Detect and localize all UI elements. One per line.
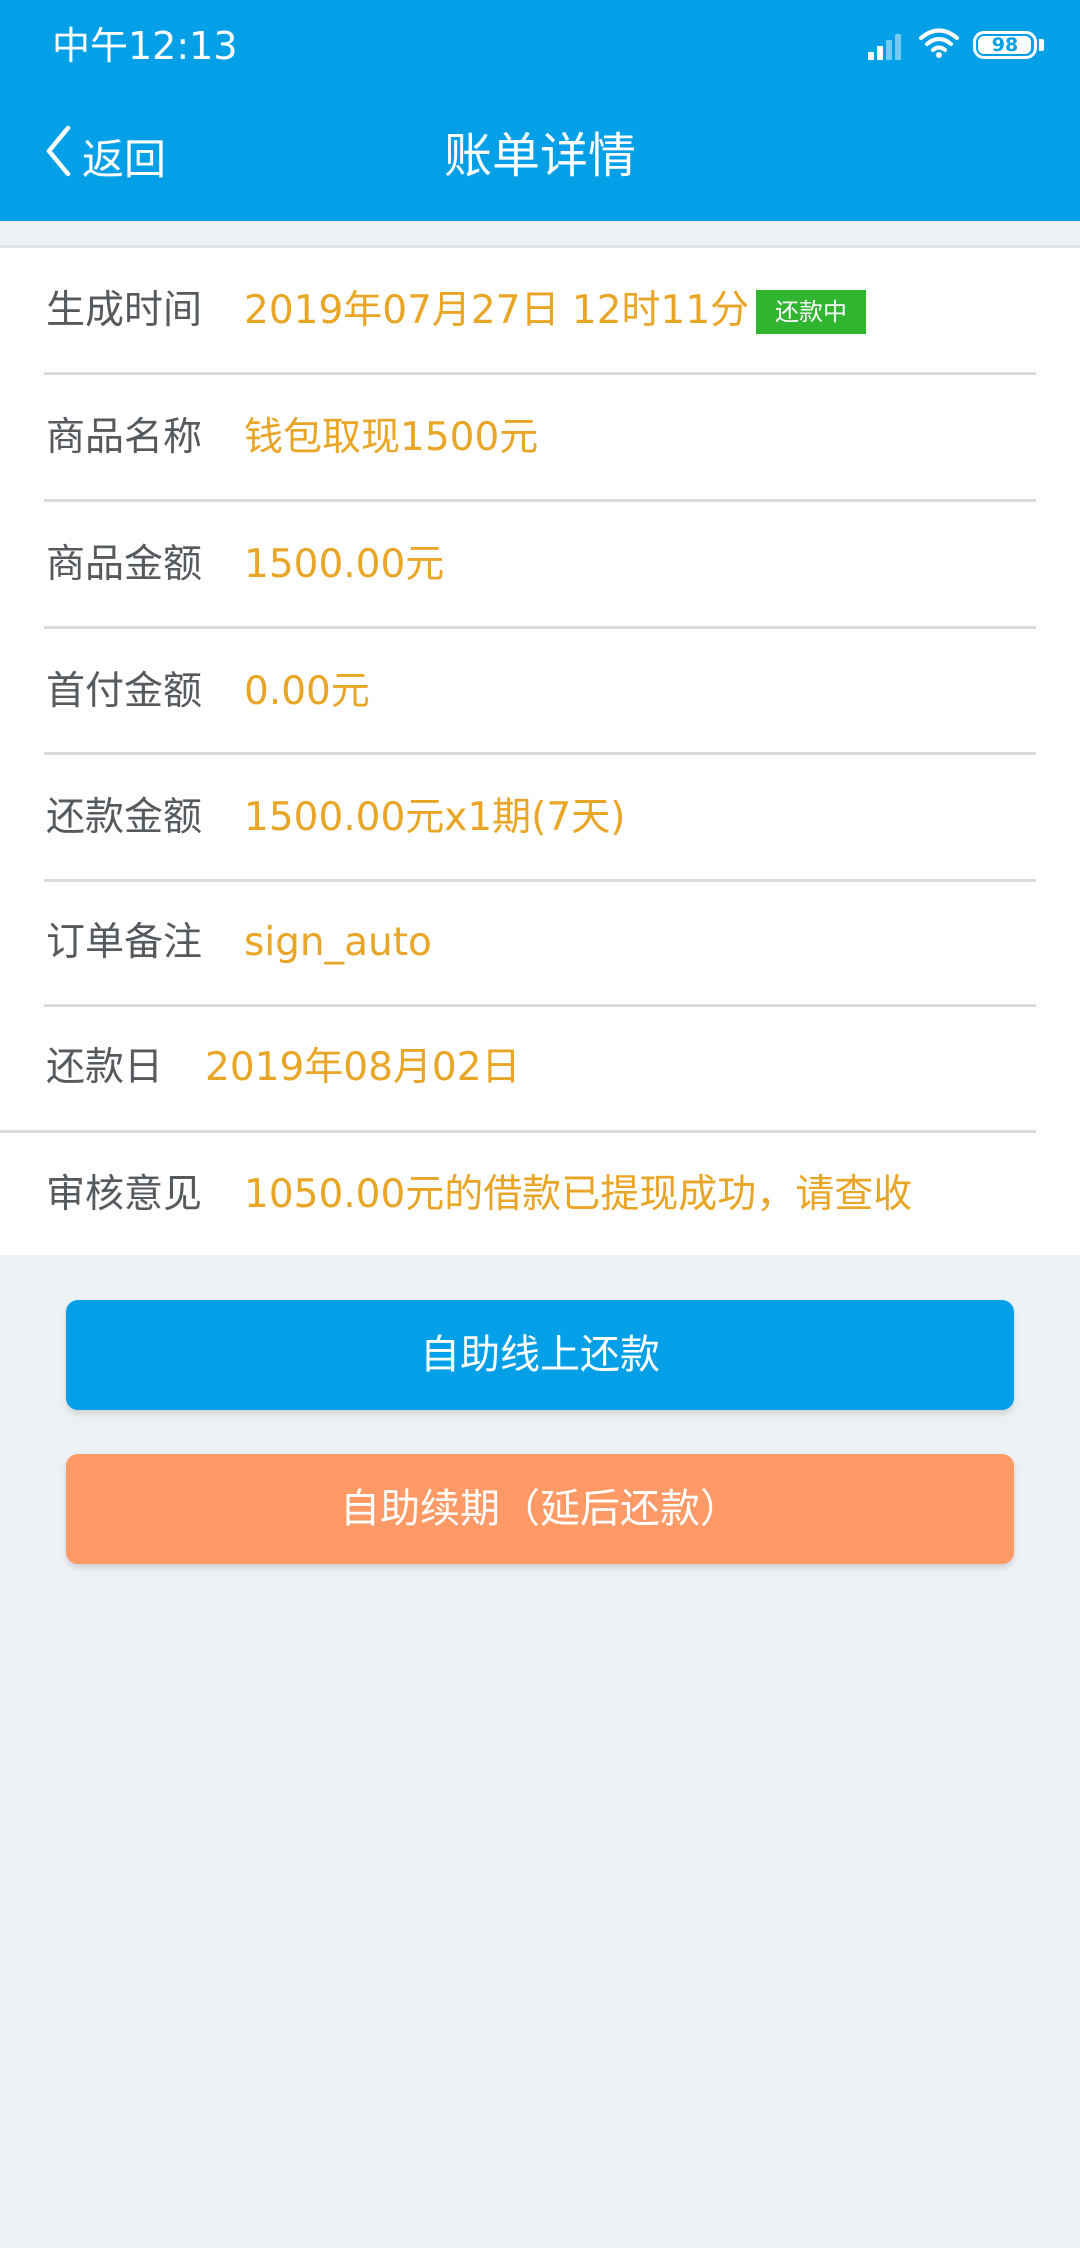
wifi-icon: [919, 27, 959, 63]
row-value: 1500.00元: [244, 542, 445, 587]
row-label: 商品名称: [46, 415, 203, 460]
row-label: 还款金额: [46, 795, 203, 840]
row-value: 2019年08月02日: [205, 1045, 521, 1090]
top-bar: 中午12:13 98 返回 账单详情: [0, 0, 1080, 221]
row-repay-amount: 还款金额 1500.00元x1期(7天): [0, 755, 1080, 881]
row-value: 0.00元: [244, 669, 370, 714]
status-icons: 98: [865, 24, 1044, 66]
row-label: 审核意见: [46, 1172, 203, 1217]
row-label: 订单备注: [46, 920, 203, 965]
row-value: 1500.00元x1期(7天): [244, 795, 626, 840]
row-created-time: 生成时间 2019年07月27日 12时11分 还款中: [0, 248, 1080, 374]
row-product-name: 商品名称 钱包取现1500元: [0, 375, 1080, 501]
renew-button[interactable]: 自助续期（延后还款）: [66, 1454, 1014, 1564]
row-down-payment: 首付金额 0.00元: [0, 629, 1080, 755]
online-repay-button[interactable]: 自助线上还款: [66, 1300, 1014, 1410]
status-time: 中午12:13: [52, 24, 238, 68]
row-order-note: 订单备注 sign_auto: [0, 880, 1080, 1006]
battery-icon: 98: [973, 31, 1037, 59]
battery-tip: [1039, 39, 1044, 51]
row-label: 还款日: [46, 1045, 164, 1090]
status-badge: 还款中: [756, 290, 866, 334]
row-value: sign_auto: [244, 920, 432, 965]
bill-detail-list: 生成时间 2019年07月27日 12时11分 还款中 商品名称 钱包取现150…: [0, 245, 1080, 1255]
page-title: 账单详情: [443, 128, 636, 184]
row-value: 2019年07月27日 12时11分: [244, 288, 750, 333]
row-product-amount: 商品金额 1500.00元: [0, 502, 1080, 628]
row-repay-date: 还款日 2019年08月02日: [0, 1005, 1080, 1131]
row-label: 商品金额: [46, 542, 203, 587]
signal-icon: [865, 30, 901, 60]
row-label: 首付金额: [46, 669, 203, 714]
row-value: 钱包取现1500元: [244, 415, 539, 460]
battery-level: 98: [991, 34, 1019, 56]
row-label: 生成时间: [46, 288, 203, 333]
row-review-comment: 审核意见 1050.00元的借款已提现成功，请查收: [0, 1132, 1080, 1258]
row-value: 1050.00元的借款已提现成功，请查收: [244, 1172, 913, 1217]
